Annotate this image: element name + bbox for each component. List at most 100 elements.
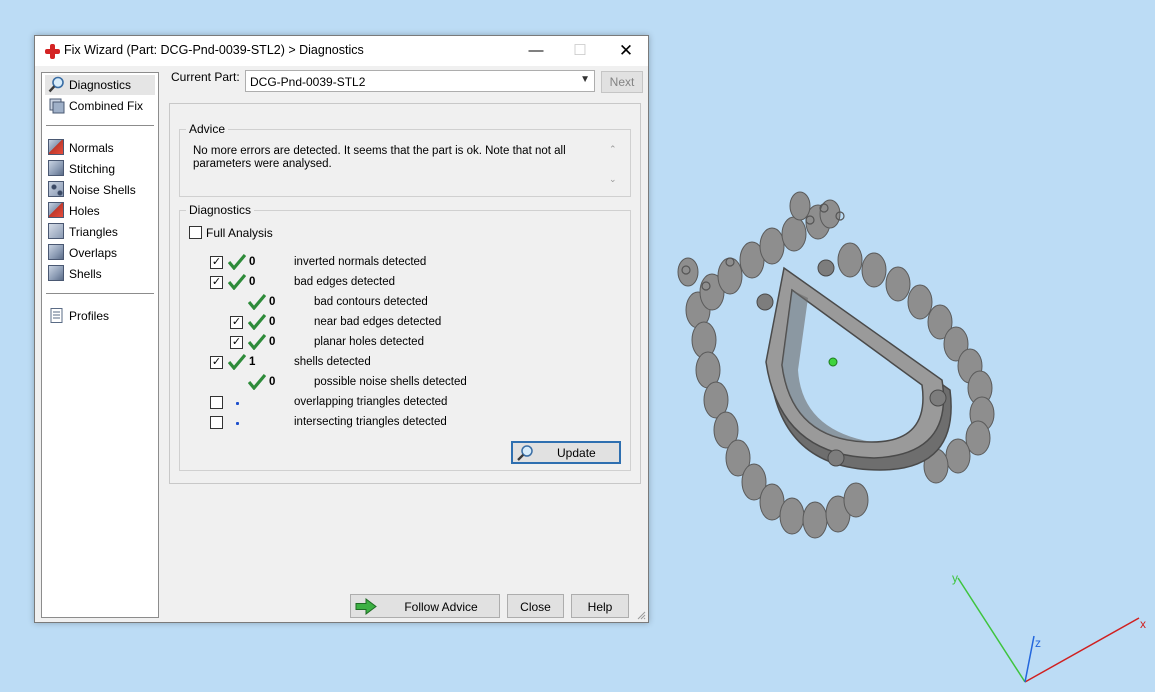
holes-cube-icon: [48, 202, 64, 218]
bad-edges-count: 0: [249, 276, 256, 288]
nav-item-label: Noise Shells: [69, 183, 136, 197]
update-button[interactable]: Update: [511, 441, 621, 464]
nav-item-normals[interactable]: Normals: [45, 138, 155, 158]
green-check-icon: [248, 374, 266, 390]
pendant-model-view[interactable]: [660, 180, 1010, 560]
green-check-icon: [228, 254, 246, 270]
close-window-button[interactable]: ✕: [603, 36, 649, 66]
help-button[interactable]: Help: [571, 594, 629, 618]
nav-item-holes[interactable]: Holes: [45, 201, 155, 221]
diagnostics-panel: Advice No more errors are detected. It s…: [169, 103, 641, 484]
help-button-label: Help: [587, 600, 613, 614]
close-button-label: Close: [520, 600, 551, 614]
shells-checkbox[interactable]: ✓: [210, 356, 223, 369]
resize-grip-icon[interactable]: [636, 610, 646, 620]
near-bad-edges-text: near bad edges detected: [314, 316, 442, 328]
nav-item-stitching[interactable]: Stitching: [45, 159, 155, 179]
stitching-cube-icon: [48, 160, 64, 176]
green-check-icon: [248, 294, 266, 310]
green-check-icon: [248, 314, 266, 330]
nav-item-noise-shells[interactable]: Noise Shells: [45, 180, 155, 200]
nav-divider: [46, 125, 154, 126]
profiles-icon: [50, 308, 63, 323]
y-axis-label: y: [952, 571, 958, 585]
follow-advice-label: Follow Advice: [404, 600, 478, 614]
magnifier-icon: [517, 445, 533, 461]
pending-dot-icon: [236, 422, 239, 425]
z-axis-line: [1024, 635, 1035, 683]
minimize-button[interactable]: —: [513, 36, 559, 66]
intersecting-triangles-text: intersecting triangles detected: [294, 416, 447, 428]
follow-advice-button[interactable]: Follow Advice: [350, 594, 500, 618]
current-part-value: DCG-Pnd-0039-STL2: [250, 75, 366, 89]
noise-shells-text: possible noise shells detected: [314, 376, 467, 388]
normals-cube-icon: [48, 139, 64, 155]
next-button: Next: [601, 71, 643, 93]
green-check-icon: [228, 354, 246, 370]
intersecting-triangles-checkbox[interactable]: [210, 416, 223, 429]
full-analysis-label: Full Analysis: [206, 226, 273, 240]
nav-item-label: Triangles: [69, 225, 118, 239]
inverted-normals-count: 0: [249, 256, 256, 268]
overlaps-cube-icon: [48, 244, 64, 260]
close-button[interactable]: Close: [507, 594, 564, 618]
overlapping-triangles-checkbox[interactable]: [210, 396, 223, 409]
shells-count: 1: [249, 356, 256, 368]
shells-cube-icon: [48, 265, 64, 281]
full-analysis-checkbox[interactable]: [189, 226, 202, 239]
title-bar[interactable]: Fix Wizard (Part: DCG-Pnd-0039-STL2) > D…: [35, 36, 648, 66]
advice-text: No more errors are detected. It seems th…: [193, 145, 566, 170]
triangles-cube-icon: [48, 223, 64, 239]
planar-holes-text: planar holes detected: [314, 336, 424, 348]
inverted-normals-checkbox[interactable]: ✓: [210, 256, 223, 269]
nav-item-label: Shells: [69, 267, 102, 281]
maximize-button[interactable]: ☐: [557, 36, 603, 66]
noise-shells-count: 0: [269, 376, 276, 388]
advice-group: Advice No more errors are detected. It s…: [179, 122, 631, 197]
fix-wizard-nav: Diagnostics Combined Fix Normals Stitchi…: [41, 72, 159, 618]
advice-title: Advice: [186, 122, 229, 136]
nav-item-shells[interactable]: Shells: [45, 264, 155, 284]
nav-item-diagnostics[interactable]: Diagnostics: [45, 75, 155, 95]
update-button-label: Update: [557, 446, 596, 460]
bad-edges-checkbox[interactable]: ✓: [210, 276, 223, 289]
z-axis-label: z: [1035, 636, 1041, 650]
bad-contours-text: bad contours detected: [314, 296, 428, 308]
nav-item-label: Overlaps: [69, 246, 118, 260]
nav-item-label: Profiles: [69, 309, 110, 323]
green-check-icon: [248, 334, 266, 350]
nav-item-profiles[interactable]: Profiles: [45, 306, 155, 326]
green-check-icon: [228, 274, 246, 290]
axis-triad: y x z: [952, 571, 1146, 683]
x-axis-label: x: [1140, 617, 1146, 631]
nav-item-label: Combined Fix: [69, 99, 144, 113]
pivot-point-icon: [828, 357, 838, 367]
shells-text: shells detected: [294, 356, 371, 368]
scroll-down-icon[interactable]: ⌄: [609, 174, 617, 185]
magnifier-icon: [48, 76, 64, 93]
y-axis-line: [957, 577, 1026, 683]
diagnostics-group: Diagnostics Full Analysis ✓ 0 inverted n…: [179, 203, 631, 471]
inverted-normals-text: inverted normals detected: [294, 256, 427, 268]
pending-dot-icon: [236, 402, 239, 405]
fix-wizard-dialog: Fix Wizard (Part: DCG-Pnd-0039-STL2) > D…: [34, 35, 649, 623]
advice-scrollbar[interactable]: ⌃ ⌄: [607, 144, 622, 190]
nav-item-overlaps[interactable]: Overlaps: [45, 243, 155, 263]
nav-item-label: Normals: [69, 141, 114, 155]
noise-shells-cube-icon: [48, 181, 64, 197]
nav-item-label: Diagnostics: [69, 78, 132, 92]
nav-item-combined-fix[interactable]: Combined Fix: [45, 96, 155, 116]
bad-edges-text: bad edges detected: [294, 276, 396, 288]
window-title: Fix Wizard (Part: DCG-Pnd-0039-STL2) > D…: [64, 43, 364, 57]
near-bad-edges-checkbox[interactable]: ✓: [230, 316, 243, 329]
chevron-down-icon: ▼: [580, 74, 590, 85]
planar-holes-checkbox[interactable]: ✓: [230, 336, 243, 349]
near-bad-edges-count: 0: [269, 316, 276, 328]
nav-item-label: Stitching: [69, 162, 116, 176]
current-part-select[interactable]: DCG-Pnd-0039-STL2 ▼: [245, 70, 595, 92]
nav-divider: [46, 293, 154, 294]
nav-item-triangles[interactable]: Triangles: [45, 222, 155, 242]
scroll-up-icon[interactable]: ⌃: [609, 144, 617, 155]
overlapping-triangles-text: overlapping triangles detected: [294, 396, 448, 408]
current-part-label: Current Part:: [171, 70, 240, 84]
